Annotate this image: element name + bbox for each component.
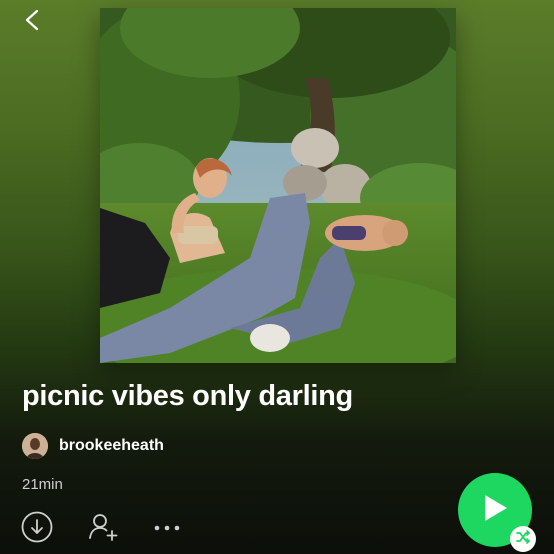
playlist-duration: 21min <box>22 476 63 493</box>
back-button[interactable] <box>18 8 46 36</box>
more-options-button[interactable] <box>150 515 184 543</box>
download-icon <box>21 511 53 548</box>
shuffle-icon <box>515 529 531 550</box>
playlist-cover-image <box>100 8 456 363</box>
download-button[interactable] <box>20 511 54 548</box>
more-icon <box>152 520 182 538</box>
playlist-owner[interactable]: brookeeheath <box>22 433 164 459</box>
add-user-button[interactable] <box>86 512 120 546</box>
add-user-icon <box>87 511 119 548</box>
owner-name: brookeeheath <box>59 437 164 454</box>
shuffle-button[interactable] <box>510 526 536 552</box>
play-icon <box>480 492 510 529</box>
avatar <box>22 433 48 459</box>
playlist-title: picnic vibes only darling <box>22 380 353 412</box>
chevron-left-icon <box>24 9 40 36</box>
